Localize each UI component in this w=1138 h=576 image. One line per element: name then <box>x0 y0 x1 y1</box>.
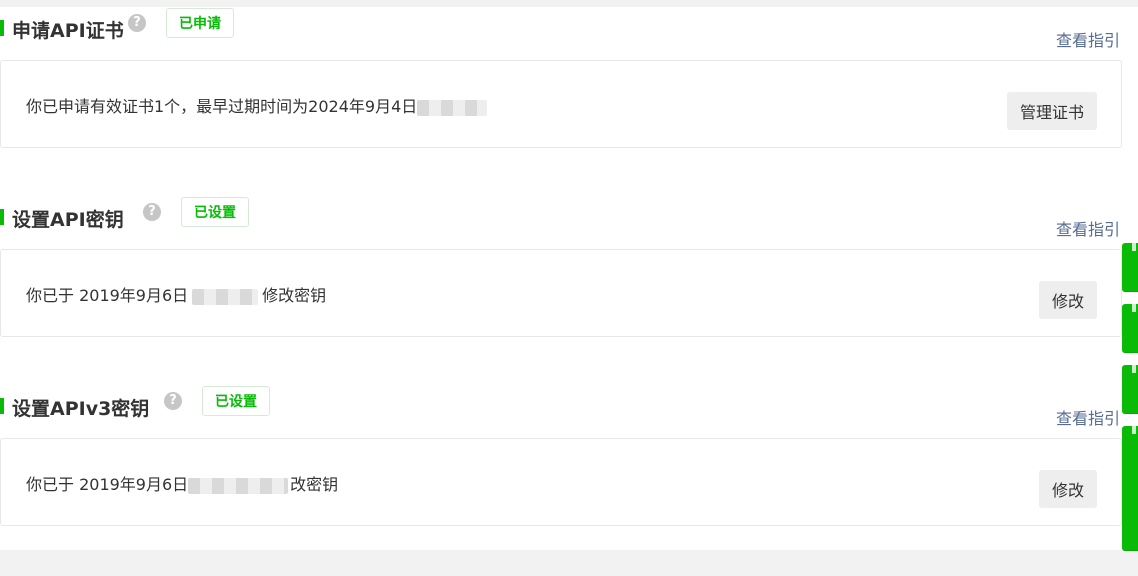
apiv3-key-status-text: 你已于 2019年9月6日 改密钥 <box>26 471 338 495</box>
certificate-status-text: 你已申请有效证书1个，最早过期时间为2024年9月4日 <box>26 93 488 117</box>
section-accent-bar <box>0 20 4 36</box>
view-guide-link[interactable]: 查看指引 <box>1056 27 1120 51</box>
bottom-background-band <box>0 550 1138 576</box>
modify-apiv3-key-button[interactable]: 修改 <box>1038 470 1097 508</box>
apiv3-key-section: 设置APIv3密钥 ? 已设置 查看指引 你已于 2019年9月6日 改密钥 修改 <box>0 385 1122 555</box>
section-title: 申请API证书 <box>12 20 124 42</box>
api-key-section: 设置API密钥 ? 已设置 查看指引 你已于 2019年9月6日 修改密钥 修改 <box>0 196 1122 366</box>
certificate-info-card: 你已申请有效证书1个，最早过期时间为2024年9月4日 管理证书 <box>0 60 1122 148</box>
top-background-band <box>0 0 1138 7</box>
card-text-prefix: 你已申请有效证书1个，最早过期时间为2024年9月4日 <box>26 97 418 116</box>
section-header: 申请API证书 ? 已申请 查看指引 <box>0 7 1122 57</box>
api-certificate-section: 申请API证书 ? 已申请 查看指引 你已申请有效证书1个，最早过期时间为202… <box>0 7 1122 177</box>
redacted-time <box>192 288 259 305</box>
redacted-time <box>188 477 289 494</box>
api-key-info-card: 你已于 2019年9月6日 修改密钥 修改 <box>0 249 1122 337</box>
view-guide-link[interactable]: 查看指引 <box>1056 405 1120 429</box>
view-guide-link[interactable]: 查看指引 <box>1056 216 1120 240</box>
section-title: 设置APIv3密钥 <box>12 398 150 420</box>
card-text-suffix: 改密钥 <box>290 475 339 494</box>
manage-certificate-button[interactable]: 管理证书 <box>1006 92 1097 130</box>
side-tab-1[interactable] <box>1122 243 1138 292</box>
status-badge: 已申请 <box>166 8 234 38</box>
side-tab-4[interactable] <box>1122 426 1138 551</box>
floating-side-tabs <box>1122 231 1138 551</box>
side-tab-2[interactable] <box>1122 304 1138 353</box>
question-circle-icon[interactable]: ? <box>164 392 182 410</box>
section-accent-bar <box>0 398 4 414</box>
section-title: 设置API密钥 <box>12 209 124 231</box>
card-text-prefix: 你已于 2019年9月6日 <box>26 286 189 305</box>
section-header: 设置API密钥 ? 已设置 查看指引 <box>0 196 1122 246</box>
api-key-status-text: 你已于 2019年9月6日 修改密钥 <box>26 282 326 306</box>
section-accent-bar <box>0 209 4 225</box>
side-tab-3[interactable] <box>1122 365 1138 414</box>
question-circle-icon[interactable]: ? <box>143 203 161 221</box>
card-text-suffix: 修改密钥 <box>262 286 327 305</box>
status-badge: 已设置 <box>202 386 270 416</box>
question-circle-icon[interactable]: ? <box>128 14 146 32</box>
apiv3-key-info-card: 你已于 2019年9月6日 改密钥 修改 <box>0 438 1122 526</box>
card-text-prefix: 你已于 2019年9月6日 <box>26 475 189 494</box>
modify-api-key-button[interactable]: 修改 <box>1038 281 1097 319</box>
status-badge: 已设置 <box>181 197 249 227</box>
section-header: 设置APIv3密钥 ? 已设置 查看指引 <box>0 385 1122 435</box>
redacted-time <box>417 99 488 116</box>
